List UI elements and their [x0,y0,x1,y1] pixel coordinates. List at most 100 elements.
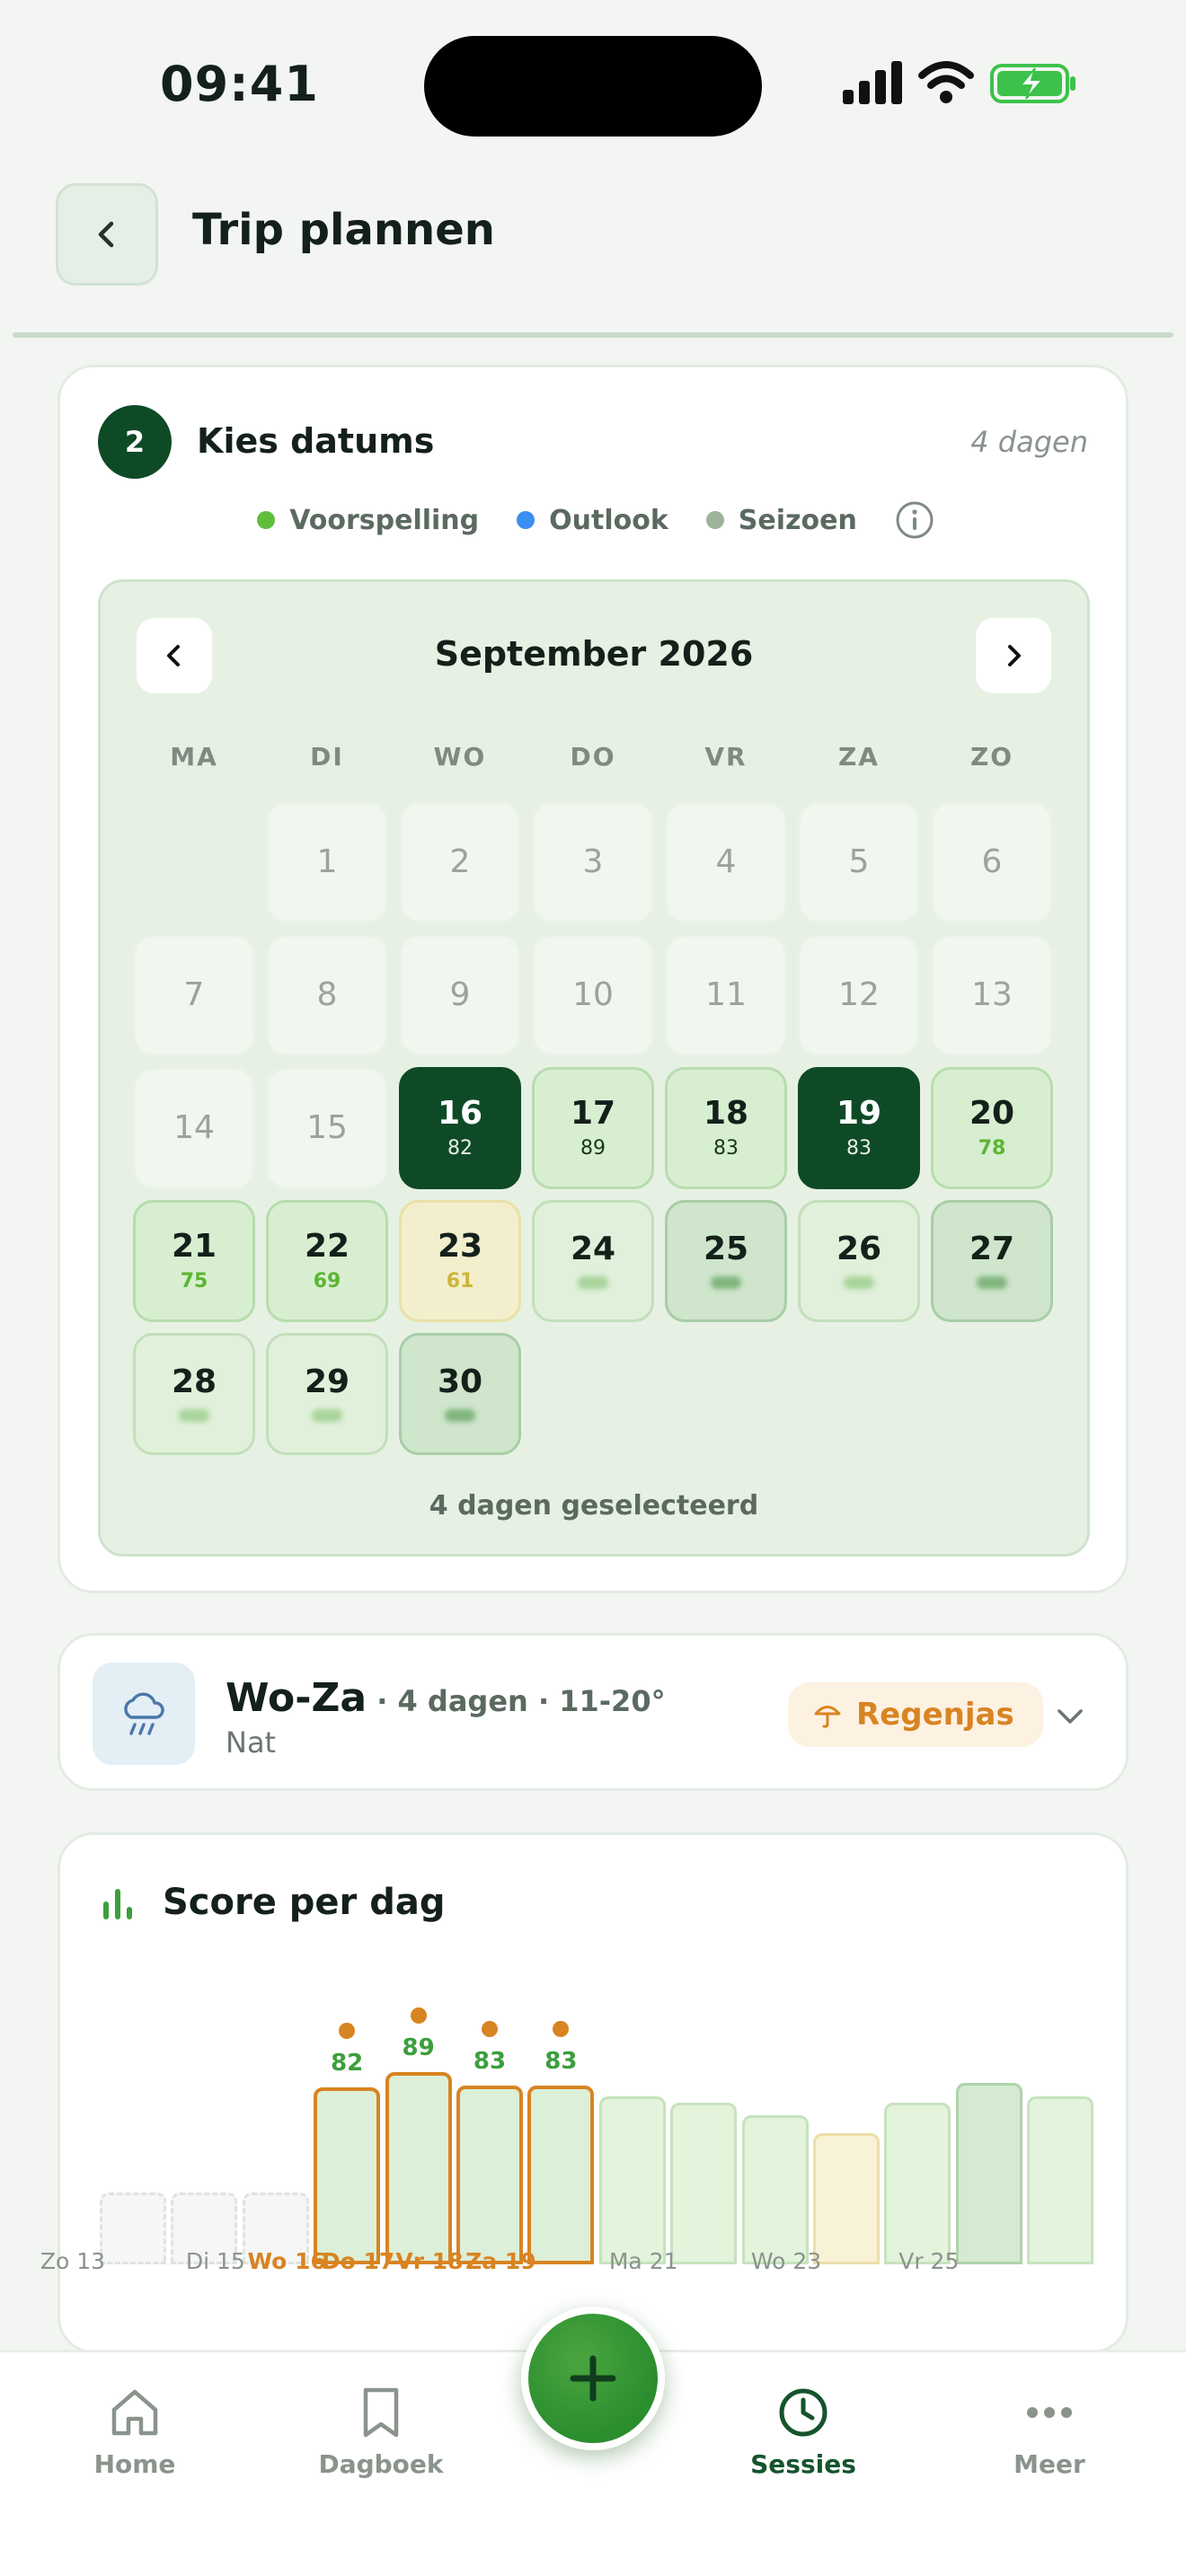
legend-item-forecast: Voorspelling [257,505,479,536]
score-bar[interactable] [456,2085,523,2264]
day-score-hidden [711,1276,741,1289]
bar-chart-icon [103,1889,132,1919]
day-number: 22 [304,1228,350,1265]
calendar-day-10: 10 [532,934,654,1056]
chevron-down-icon[interactable] [1052,1698,1088,1734]
calendar-grid: 1 2 3 4 5 6 7 8 9 10 11 12 13 14 15 16 82 17 89 18 83 19 83 20 7… [133,801,1060,1455]
calendar-day-9: 9 [399,934,521,1056]
calendar-day-29[interactable]: 29 [266,1333,388,1455]
score-bar[interactable] [385,2072,452,2264]
score-bar[interactable] [884,2103,951,2264]
score-bar[interactable] [1027,2095,1094,2264]
score-bar[interactable] [955,2083,1022,2264]
wifi-icon [918,61,974,103]
calendar-day-22[interactable]: 22 69 [266,1200,388,1322]
day-number: 28 [171,1363,217,1400]
weekday-label: VR [704,742,748,772]
score-bar[interactable] [670,2103,738,2264]
day-score-hidden [578,1276,608,1289]
score-chart-xaxis: Zo 13 Di 15 Wo 16 Do 17 Vr 18 Za 19 Ma 21 Wo 23… [40,2245,1046,2317]
calendar-day-19[interactable]: 19 83 [798,1067,920,1189]
day-score: 83 [846,1137,872,1160]
add-button[interactable] [521,2307,665,2450]
score-bar[interactable] [598,2095,666,2264]
trip-summary-card[interactable]: Wo-Za · 4 dagen · 11-20° Nat Regenjas [58,1633,1128,1791]
calendar-day-15: 15 [266,1067,388,1189]
score-bar[interactable] [314,2087,381,2264]
day-number: 27 [969,1231,1015,1267]
calendar-day-3: 3 [532,801,654,923]
dates-card: 2 Kies datums 4 dagen Voorspelling Outlo… [58,365,1128,1593]
x-axis-label: Za 19 [465,2248,536,2274]
day-score: 83 [713,1137,739,1160]
score-bar[interactable] [741,2115,809,2264]
weekday-label: ZA [838,742,880,772]
calendar-day-12: 12 [798,934,920,1056]
calendar: September 2026 MA DI WO DO VR ZA ZO 1234567891… [98,579,1090,1557]
calendar-day-7: 7 [133,934,255,1056]
legend-label: Seizoen [738,504,857,536]
day-number: 5 [848,843,870,880]
weekday-label: WO [433,742,487,772]
tab-meer[interactable]: Meer [969,2385,1130,2479]
summary-range: Wo-Za [226,1675,367,1721]
summary-title: Wo-Za · 4 dagen · 11-20° [226,1675,666,1721]
calendar-day-24[interactable]: 24 [532,1200,654,1322]
tab-dagboek[interactable]: Dagboek [300,2385,462,2479]
score-bar[interactable] [527,2085,595,2264]
rain-cloud-icon [124,1692,164,1735]
chevron-right-icon [1008,645,1021,666]
calendar-day-5: 5 [798,801,920,923]
status-time: 09:41 [160,56,319,112]
calendar-day-25[interactable]: 25 [665,1200,787,1322]
legend: Voorspelling Outlook Seizoen [60,500,1131,540]
day-score: 82 [447,1137,473,1160]
legend-item-outlook: Outlook [517,505,668,536]
weather-tile [93,1663,195,1765]
day-score-hidden [445,1409,475,1422]
gear-tag: Regenjas [788,1682,1043,1747]
umbrella-icon [814,1706,841,1728]
calendar-day-21[interactable]: 21 75 [133,1200,255,1322]
day-score-hidden [977,1276,1007,1289]
day-number: 7 [183,976,205,1013]
calendar-day-17[interactable]: 17 89 [532,1067,654,1189]
score-chart: 82 89 83 83 [100,1952,1106,2264]
next-month-button[interactable] [976,618,1051,693]
calendar-day-16[interactable]: 16 82 [399,1067,521,1189]
calendar-day-23[interactable]: 23 61 [399,1200,521,1322]
tab-sessies[interactable]: Sessies [722,2385,884,2479]
calendar-day-20[interactable]: 20 78 [931,1067,1053,1189]
back-button[interactable] [56,183,158,286]
day-number: 13 [971,976,1013,1013]
legend-dot [517,511,535,529]
weekday-label: DO [570,742,616,772]
day-number: 25 [703,1231,749,1267]
calendar-day-27[interactable]: 27 [931,1200,1053,1322]
day-number: 2 [449,843,471,880]
bookmark-icon [363,2387,399,2438]
weekday-label: MA [170,742,218,772]
day-score-hidden [312,1409,342,1422]
day-score: 75 [180,1270,208,1292]
calendar-day-26[interactable]: 26 [798,1200,920,1322]
legend-dot [257,511,276,529]
day-number: 4 [715,843,737,880]
day-score: 61 [446,1270,474,1292]
bar-value-label: 89 [402,2034,435,2062]
calendar-day-28[interactable]: 28 [133,1333,255,1455]
clock-icon [779,2388,828,2437]
info-icon[interactable] [895,500,934,540]
summary-meta: · 4 dagen · 11-20° [367,1684,666,1718]
day-number: 3 [582,843,604,880]
day-score-hidden [844,1276,874,1289]
tab-label: Dagboek [318,2449,444,2479]
days-count: 4 dagen [970,425,1088,459]
selected-day-marker [482,2020,498,2037]
calendar-day-30[interactable]: 30 [399,1333,521,1455]
legend-item-season: Seizoen [705,504,857,536]
calendar-day-18[interactable]: 18 83 [665,1067,787,1189]
day-score: 69 [313,1270,341,1292]
legend-dot [705,511,724,529]
tab-home[interactable]: Home [54,2385,216,2479]
